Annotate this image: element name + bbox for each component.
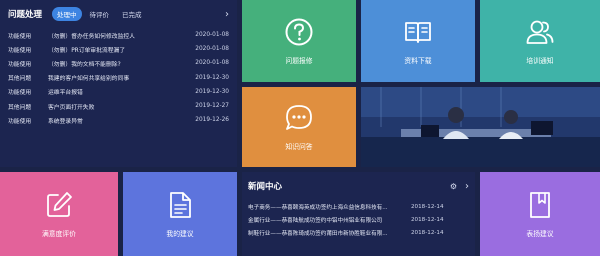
list-item[interactable]: 功能使用 （勿删）我的文档不能删除? 2020-01-08 [8, 56, 229, 70]
tile-praise-suggestion[interactable]: 表扬建议 [480, 172, 600, 256]
issue-category: 其他问题 [8, 104, 32, 111]
bookmark-book-icon [530, 192, 550, 218]
issue-date: 2019-12-26 [195, 117, 229, 124]
list-item[interactable]: 功能使用 （勿删）PR订单审批流程漏了 2020-01-08 [8, 42, 229, 56]
news-date: 2018-12-14 [411, 229, 444, 236]
news-list: 电子商务——恭喜颐海英成功签约上海众益信息科技有... 2018-12-14 金… [248, 200, 469, 239]
tile-download[interactable]: 资料下载 [361, 0, 475, 82]
issue-date: 2019-12-30 [195, 74, 229, 81]
tile-knowledge-qa-label: 知识问答 [285, 143, 313, 151]
issue-date: 2020-01-08 [195, 60, 229, 67]
news-title: 新闻中心 [248, 182, 283, 192]
call-center-image [361, 87, 600, 167]
list-item[interactable]: 其他问题 我建的客户如何共享给别的同事 2019-12-30 [8, 71, 229, 85]
chat-bubble-icon [286, 105, 312, 130]
list-item[interactable]: 其他问题 客户页面打开失败 2019-12-27 [8, 99, 229, 113]
gear-icon[interactable]: ⚙ [450, 182, 457, 191]
document-icon [170, 192, 191, 218]
issues-title: 问题处理 [8, 10, 43, 20]
chevron-right-icon[interactable]: › [465, 181, 469, 192]
tab-processing[interactable]: 处理中 [52, 7, 82, 21]
issue-category: 功能使用 [8, 47, 32, 54]
issue-text: （勿删）督办任务如何修改监控人 [48, 33, 135, 40]
news-text: 金属行业——恭喜陆航成功签约中铝中州铝业有限公司 [248, 217, 383, 224]
tab-pending-review[interactable]: 待评价 [85, 7, 115, 21]
edit-icon [47, 192, 72, 217]
news-date: 2018-12-14 [411, 203, 444, 210]
issue-date: 2019-12-27 [195, 103, 229, 110]
issue-date: 2019-12-30 [195, 88, 229, 95]
customer-service-photo [361, 87, 600, 167]
tile-training-label: 培训通知 [526, 57, 554, 65]
issue-text: 运维平台报错 [48, 90, 83, 97]
tile-suggestion-label: 我的建议 [166, 230, 194, 238]
issue-date: 2020-01-08 [195, 46, 229, 53]
issue-category: 功能使用 [8, 90, 32, 97]
issue-text: （勿删）PR订单审批流程漏了 [48, 47, 126, 54]
issue-text: 客户页面打开失败 [48, 104, 95, 111]
list-item[interactable]: 功能使用 （勿删）督办任务如何修改监控人 2020-01-08 [8, 28, 229, 42]
news-panel: 新闻中心 ⚙ › 电子商务——恭喜颐海英成功签约上海众益信息科技有... 201… [242, 172, 475, 256]
open-book-icon [405, 22, 431, 43]
tile-knowledge-qa[interactable]: 知识问答 [242, 87, 356, 167]
issue-date: 2020-01-08 [195, 32, 229, 39]
news-header: 新闻中心 ⚙ › [248, 172, 469, 200]
list-item[interactable]: 功能使用 运维平台报错 2019-12-30 [8, 85, 229, 99]
list-item[interactable]: 电子商务——恭喜颐海英成功签约上海众益信息科技有... 2018-12-14 [248, 200, 469, 213]
issue-text: 系统登录异常 [48, 118, 83, 125]
user-group-icon [526, 20, 554, 44]
list-item[interactable]: 金属行业——恭喜陆航成功签约中铝中州铝业有限公司 2018-12-14 [248, 213, 469, 226]
news-text: 电子商务——恭喜颐海英成功签约上海众益信息科技有... [248, 204, 388, 211]
issue-category: 功能使用 [8, 33, 32, 40]
tile-issue-report[interactable]: 问题报修 [242, 0, 356, 82]
tile-satisfaction-label: 满意度评价 [42, 230, 76, 238]
tile-issue-report-label: 问题报修 [285, 57, 313, 65]
tile-praise-label: 表扬建议 [526, 230, 554, 238]
tile-my-suggestions[interactable]: 我的建议 [123, 172, 237, 256]
issue-category: 其他问题 [8, 76, 32, 83]
chevron-right-icon[interactable]: › [225, 9, 229, 20]
issue-category: 功能使用 [8, 118, 32, 125]
list-item[interactable]: 制鞋行业——恭喜陈琦成功签约莆田市新协胜鞋业有限... 2018-12-14 [248, 226, 469, 239]
tile-download-label: 资料下载 [404, 57, 432, 65]
tile-satisfaction-rating[interactable]: 满意度评价 [0, 172, 118, 256]
issues-panel: 问题处理 处理中 待评价 已完成 › 功能使用 （勿删）督办任务如何修改监控人 … [0, 0, 237, 167]
issues-header: 问题处理 处理中 待评价 已完成 › [8, 0, 229, 28]
tile-training-notice[interactable]: 培训通知 [480, 0, 600, 82]
news-date: 2018-12-14 [411, 216, 444, 223]
news-text: 制鞋行业——恭喜陈琦成功签约莆田市新协胜鞋业有限... [248, 230, 388, 237]
issue-text: 我建的客户如何共享给别的同事 [48, 76, 130, 83]
issue-category: 功能使用 [8, 61, 32, 68]
tab-completed[interactable]: 已完成 [117, 7, 147, 21]
issue-text: （勿删）我的文档不能删除? [48, 61, 121, 68]
issues-list: 功能使用 （勿删）督办任务如何修改监控人 2020-01-08 功能使用 （勿删… [8, 28, 229, 127]
list-item[interactable]: 功能使用 系统登录异常 2019-12-26 [8, 113, 229, 127]
question-circle-icon [285, 18, 313, 46]
